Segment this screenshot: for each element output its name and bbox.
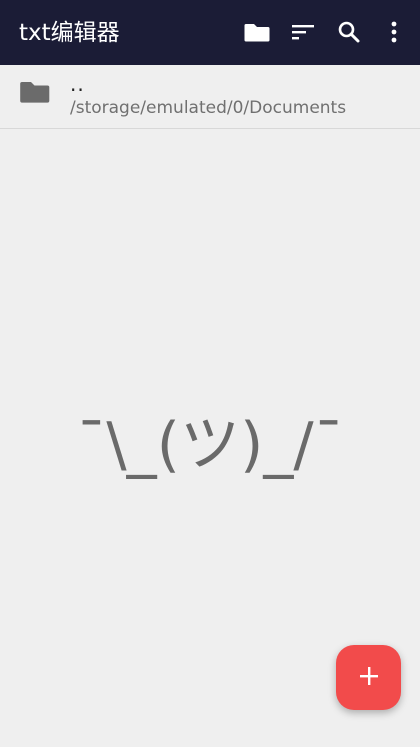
empty-state-shrug: ¯\_(ツ)_/¯ — [76, 410, 344, 480]
folder-icon — [20, 80, 50, 104]
parent-directory-label: .. — [70, 72, 85, 96]
open-folder-button[interactable] — [237, 12, 277, 52]
add-file-fab[interactable] — [336, 645, 401, 710]
folder-icon — [244, 21, 270, 43]
more-vert-icon — [390, 21, 398, 43]
search-icon — [337, 20, 361, 44]
more-options-button[interactable] — [374, 12, 414, 52]
plus-icon — [359, 666, 379, 690]
current-path: /storage/emulated/0/Documents — [70, 98, 347, 118]
app-root: txt编辑器 .. /storage/emulated/0/Documents … — [0, 0, 420, 747]
parent-directory-row[interactable]: .. /storage/emulated/0/Documents — [0, 65, 420, 129]
search-button[interactable] — [329, 12, 369, 52]
app-toolbar: txt编辑器 — [0, 0, 420, 65]
sort-button[interactable] — [283, 12, 323, 52]
sort-icon — [291, 23, 315, 41]
app-title: txt编辑器 — [19, 20, 120, 46]
